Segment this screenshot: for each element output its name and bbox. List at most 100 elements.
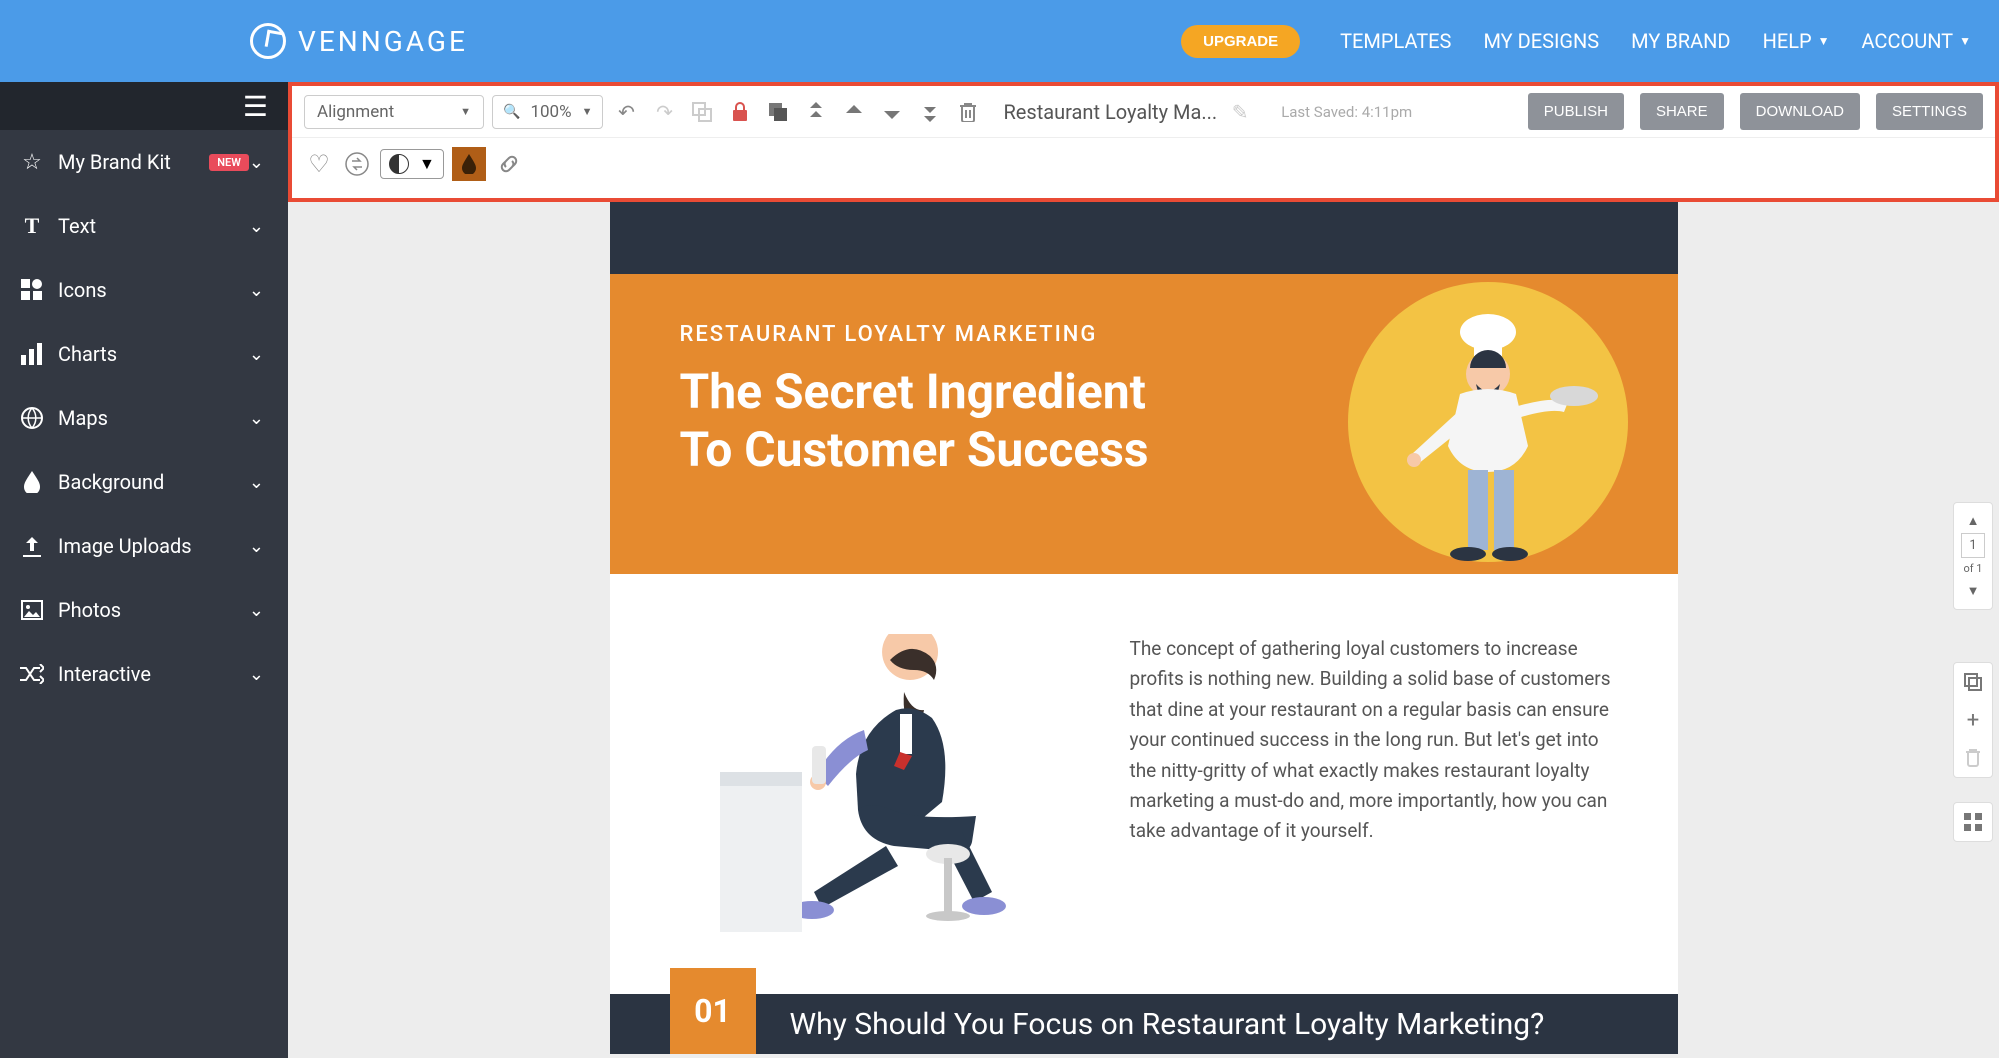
page-tools: + bbox=[1953, 662, 1993, 778]
hero-title-line2: To Customer Success bbox=[680, 421, 1278, 479]
caret-down-icon: ▼ bbox=[582, 105, 593, 118]
logo[interactable]: VENNGAGE bbox=[250, 23, 468, 59]
nav-label: MY DESIGNS bbox=[1483, 29, 1599, 53]
sidebar-item-label: Image Uploads bbox=[58, 534, 249, 558]
delete-page-icon[interactable] bbox=[1954, 739, 1992, 777]
edit-title-icon[interactable]: ✎ bbox=[1225, 97, 1255, 127]
hero-title-line1: The Secret Ingredient bbox=[680, 363, 1278, 421]
zoom-dropdown[interactable]: 🔍 100% ▼ bbox=[492, 95, 603, 129]
nav-help[interactable]: HELP▼ bbox=[1763, 29, 1830, 53]
bring-forward-icon[interactable] bbox=[839, 97, 869, 127]
undo-icon[interactable]: ↶ bbox=[611, 97, 641, 127]
sidebar-item-label: Interactive bbox=[58, 662, 249, 686]
caret-down-icon: ▼ bbox=[1959, 34, 1971, 48]
nav-my-brand[interactable]: MY BRAND bbox=[1631, 29, 1730, 53]
sidebar-item-charts[interactable]: Charts ⌄ bbox=[0, 322, 288, 386]
page-current[interactable]: 1 bbox=[1961, 533, 1985, 558]
download-button[interactable]: DOWNLOAD bbox=[1740, 93, 1860, 130]
bring-to-front-icon[interactable] bbox=[801, 97, 831, 127]
hero-kicker[interactable]: RESTAURANT LOYALTY MARKETING bbox=[680, 322, 1278, 347]
redo-icon[interactable]: ↷ bbox=[649, 97, 679, 127]
send-backward-icon[interactable] bbox=[877, 97, 907, 127]
charts-icon bbox=[16, 343, 48, 365]
nav-my-designs[interactable]: MY DESIGNS bbox=[1483, 29, 1599, 53]
chevron-down-icon: ⌄ bbox=[249, 536, 264, 557]
color-swatch[interactable] bbox=[452, 147, 486, 181]
lock-icon[interactable] bbox=[725, 97, 755, 127]
chevron-down-icon: ⌄ bbox=[249, 152, 264, 173]
sidebar-item-interactive[interactable]: Interactive ⌄ bbox=[0, 642, 288, 706]
nav-links: TEMPLATES MY DESIGNS MY BRAND HELP▼ ACCO… bbox=[1340, 29, 1971, 53]
publish-button[interactable]: PUBLISH bbox=[1528, 93, 1624, 130]
grid-view-icon[interactable] bbox=[1953, 802, 1993, 842]
hero-title[interactable]: The Secret Ingredient To Customer Succes… bbox=[680, 363, 1278, 478]
add-page-icon[interactable]: + bbox=[1954, 701, 1992, 739]
toolbar-row-2: ♡ ▼ bbox=[292, 138, 1995, 190]
infographic-header-bar bbox=[610, 202, 1678, 274]
sidebar-item-label: Photos bbox=[58, 598, 249, 622]
sidebar-collapse-row: ☰ bbox=[0, 82, 288, 130]
hero-section: RESTAURANT LOYALTY MARKETING The Secret … bbox=[610, 274, 1678, 574]
contrast-dropdown[interactable]: ▼ bbox=[380, 149, 444, 179]
swap-icon[interactable] bbox=[342, 149, 372, 179]
caret-down-icon: ▼ bbox=[1818, 34, 1830, 48]
body-paragraph[interactable]: The concept of gathering loyal customers… bbox=[1130, 634, 1618, 954]
chevron-down-icon: ⌄ bbox=[249, 664, 264, 685]
hero-illustration[interactable] bbox=[1308, 322, 1608, 538]
sidebar-item-uploads[interactable]: Image Uploads ⌄ bbox=[0, 514, 288, 578]
sidebar-item-photos[interactable]: Photos ⌄ bbox=[0, 578, 288, 642]
seated-person-icon bbox=[700, 634, 1060, 954]
sidebar-item-brand-kit[interactable]: ☆ My Brand Kit NEW ⌄ bbox=[0, 130, 288, 194]
hamburger-icon[interactable]: ☰ bbox=[243, 90, 268, 123]
body-illustration[interactable] bbox=[670, 634, 1090, 954]
sidebar: ☰ ☆ My Brand Kit NEW ⌄ T Text ⌄ Icons ⌄ … bbox=[0, 82, 288, 1058]
sidebar-item-background[interactable]: Background ⌄ bbox=[0, 450, 288, 514]
send-to-back-icon[interactable] bbox=[915, 97, 945, 127]
infographic-canvas[interactable]: RESTAURANT LOYALTY MARKETING The Secret … bbox=[610, 202, 1678, 1054]
section-number[interactable]: 01 bbox=[670, 968, 756, 1054]
contrast-icon bbox=[389, 154, 409, 174]
brand-name: VENNGAGE bbox=[298, 25, 468, 58]
share-button[interactable]: SHARE bbox=[1640, 93, 1724, 130]
drop-icon bbox=[461, 154, 477, 174]
sidebar-item-maps[interactable]: Maps ⌄ bbox=[0, 386, 288, 450]
nav-templates[interactable]: TEMPLATES bbox=[1340, 29, 1451, 53]
section-bar: 01 Why Should You Focus on Restaurant Lo… bbox=[610, 994, 1678, 1054]
trash-icon[interactable] bbox=[953, 97, 983, 127]
nav-label: ACCOUNT bbox=[1861, 29, 1953, 53]
duplicate-page-icon[interactable] bbox=[1954, 663, 1992, 701]
section-title[interactable]: Why Should You Focus on Restaurant Loyal… bbox=[790, 1007, 1545, 1042]
copy-icon[interactable] bbox=[763, 97, 793, 127]
link-icon[interactable] bbox=[494, 149, 524, 179]
globe-icon bbox=[16, 407, 48, 429]
alignment-dropdown[interactable]: Alignment ▼ bbox=[304, 95, 484, 129]
sidebar-item-text[interactable]: T Text ⌄ bbox=[0, 194, 288, 258]
sidebar-item-icons[interactable]: Icons ⌄ bbox=[0, 258, 288, 322]
toolbar-highlight: Alignment ▼ 🔍 100% ▼ ↶ ↷ Restaurant Loya… bbox=[288, 82, 1999, 202]
sidebar-item-label: Background bbox=[58, 470, 249, 494]
sidebar-item-label: Maps bbox=[58, 406, 249, 430]
star-icon: ☆ bbox=[16, 150, 48, 175]
shuffle-icon bbox=[16, 664, 48, 684]
heart-icon[interactable]: ♡ bbox=[304, 149, 334, 179]
upload-icon bbox=[16, 535, 48, 557]
settings-button[interactable]: SETTINGS bbox=[1876, 93, 1983, 130]
nav-label: TEMPLATES bbox=[1340, 29, 1451, 53]
chevron-down-icon: ⌄ bbox=[249, 280, 264, 301]
chevron-down-icon: ⌄ bbox=[249, 344, 264, 365]
sidebar-item-label: My Brand Kit bbox=[58, 150, 201, 174]
page-up-icon[interactable]: ▲ bbox=[1967, 509, 1980, 533]
canvas-area: RESTAURANT LOYALTY MARKETING The Secret … bbox=[288, 202, 1999, 1058]
upgrade-button[interactable]: UPGRADE bbox=[1181, 25, 1300, 58]
chef-icon bbox=[1378, 292, 1598, 592]
nav-account[interactable]: ACCOUNT ▼ bbox=[1861, 29, 1971, 53]
drop-icon bbox=[16, 471, 48, 493]
alignment-label: Alignment bbox=[317, 102, 394, 122]
text-icon: T bbox=[16, 213, 48, 239]
page-down-icon[interactable]: ▼ bbox=[1967, 579, 1980, 603]
image-icon bbox=[16, 600, 48, 620]
chevron-down-icon: ⌄ bbox=[249, 600, 264, 621]
group-icon[interactable] bbox=[687, 97, 717, 127]
zoom-label: 100% bbox=[530, 102, 571, 122]
icons-icon bbox=[16, 279, 48, 301]
